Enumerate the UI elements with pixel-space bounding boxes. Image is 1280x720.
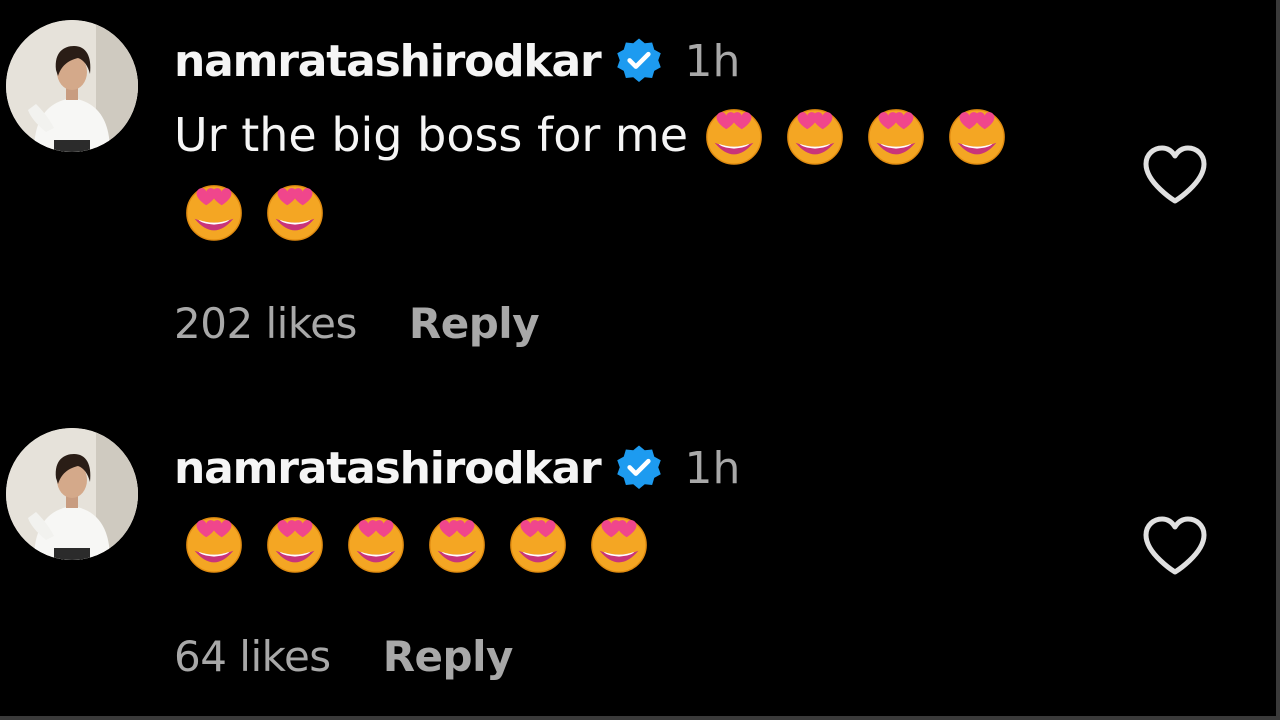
avatar-image (6, 428, 138, 560)
comment-text: Ur the big boss for me (174, 108, 688, 162)
comment-meta: 202 likes Reply (174, 296, 540, 350)
timestamp[interactable]: 1h (684, 443, 740, 494)
username-link[interactable]: namratashirodkar (174, 443, 602, 494)
verified-badge-icon (614, 443, 664, 493)
comments-panel: namratashirodkar 1h Ur the big boss for … (0, 0, 1280, 720)
verified-badge-icon (614, 36, 664, 86)
heart-eyes-emoji-icon (703, 104, 765, 166)
likes-count[interactable]: 202 likes (174, 299, 357, 348)
reply-button[interactable]: Reply (383, 632, 514, 681)
heart-eyes-emoji-icon (264, 512, 326, 574)
heart-eyes-emoji-icon (784, 104, 846, 166)
avatar[interactable] (6, 428, 138, 560)
avatar[interactable] (6, 20, 138, 152)
username-link[interactable]: namratashirodkar (174, 36, 602, 87)
likes-count[interactable]: 64 likes (174, 632, 331, 681)
heart-eyes-emoji-icon (345, 512, 407, 574)
comment-header: namratashirodkar 1h (174, 438, 740, 498)
heart-eyes-emoji-icon (507, 512, 569, 574)
heart-eyes-emoji-icon (426, 512, 488, 574)
heart-eyes-emoji-icon (946, 104, 1008, 166)
heart-eyes-emoji-icon (183, 180, 245, 242)
comment-text-line-1 (174, 512, 650, 574)
comment-text-line-1: Ur the big boss for me (174, 104, 1008, 166)
avatar-image (6, 20, 138, 152)
like-heart-icon[interactable] (1140, 514, 1210, 578)
like-heart-icon[interactable] (1140, 143, 1210, 207)
comment-text-line-2 (174, 180, 326, 242)
heart-eyes-emoji-icon (264, 180, 326, 242)
comment-header: namratashirodkar 1h (174, 31, 740, 91)
heart-eyes-emoji-icon (865, 104, 927, 166)
reply-button[interactable]: Reply (409, 299, 540, 348)
heart-eyes-emoji-icon (183, 512, 245, 574)
timestamp[interactable]: 1h (684, 36, 740, 87)
heart-eyes-emoji-icon (588, 512, 650, 574)
comment-meta: 64 likes Reply (174, 629, 513, 683)
